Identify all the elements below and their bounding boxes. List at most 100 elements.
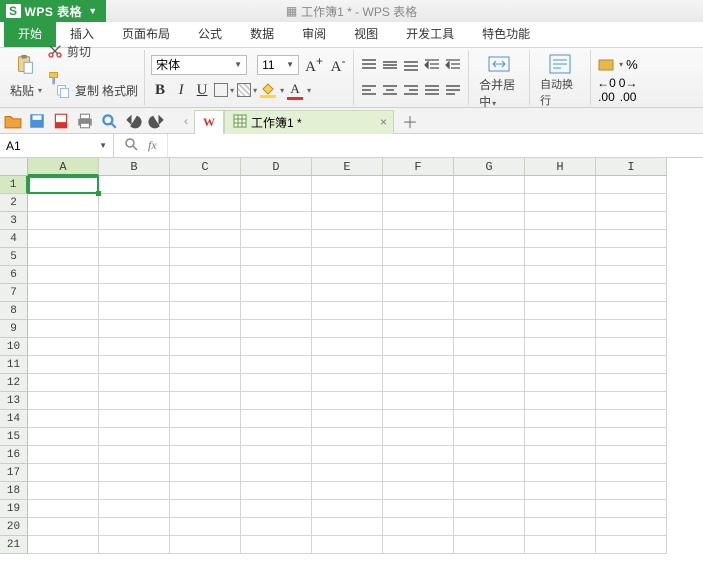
- cell-F8[interactable]: [383, 302, 454, 320]
- cell-E20[interactable]: [312, 518, 383, 536]
- open-button[interactable]: [4, 112, 22, 130]
- cell-F20[interactable]: [383, 518, 454, 536]
- cell-H19[interactable]: [525, 500, 596, 518]
- wrap-text-button[interactable]: 自动换行: [536, 52, 584, 110]
- cell-I19[interactable]: [596, 500, 667, 518]
- decrease-font-button[interactable]: A-: [329, 54, 347, 76]
- cell-E8[interactable]: [312, 302, 383, 320]
- row-header-11[interactable]: 11: [0, 356, 28, 374]
- cell-A1[interactable]: [28, 176, 99, 194]
- row-header-8[interactable]: 8: [0, 302, 28, 320]
- cell-I17[interactable]: [596, 464, 667, 482]
- cell-B19[interactable]: [99, 500, 170, 518]
- align-left-button[interactable]: [360, 81, 378, 99]
- export-pdf-button[interactable]: [52, 112, 70, 130]
- cell-C20[interactable]: [170, 518, 241, 536]
- save-button[interactable]: [28, 112, 46, 130]
- cell-B2[interactable]: [99, 194, 170, 212]
- column-header-I[interactable]: I: [596, 158, 667, 176]
- cell-E14[interactable]: [312, 410, 383, 428]
- cell-G7[interactable]: [454, 284, 525, 302]
- tab-nav-left[interactable]: ‹: [184, 114, 188, 128]
- cell-E21[interactable]: [312, 536, 383, 554]
- font-size-select[interactable]: 11▼: [257, 55, 299, 75]
- column-header-G[interactable]: G: [454, 158, 525, 176]
- cell-H8[interactable]: [525, 302, 596, 320]
- cell-I3[interactable]: [596, 212, 667, 230]
- cell-C5[interactable]: [170, 248, 241, 266]
- cell-A19[interactable]: [28, 500, 99, 518]
- row-header-20[interactable]: 20: [0, 518, 28, 536]
- cell-F4[interactable]: [383, 230, 454, 248]
- cell-style-button[interactable]: ▾: [237, 83, 257, 97]
- cell-B15[interactable]: [99, 428, 170, 446]
- row-header-3[interactable]: 3: [0, 212, 28, 230]
- cell-B18[interactable]: [99, 482, 170, 500]
- cell-G3[interactable]: [454, 212, 525, 230]
- cell-H14[interactable]: [525, 410, 596, 428]
- decrease-decimal-button[interactable]: 0→.00: [619, 76, 638, 104]
- fx-search-icon[interactable]: [124, 137, 138, 154]
- cell-C4[interactable]: [170, 230, 241, 248]
- cell-E5[interactable]: [312, 248, 383, 266]
- cell-C14[interactable]: [170, 410, 241, 428]
- currency-dropdown[interactable]: ▾: [619, 60, 623, 69]
- cell-I13[interactable]: [596, 392, 667, 410]
- chevron-down-icon[interactable]: ▾: [38, 86, 42, 95]
- row-header-6[interactable]: 6: [0, 266, 28, 284]
- cell-B20[interactable]: [99, 518, 170, 536]
- cell-C1[interactable]: [170, 176, 241, 194]
- print-preview-button[interactable]: [100, 112, 118, 130]
- cell-G2[interactable]: [454, 194, 525, 212]
- tab-developer[interactable]: 开发工具: [392, 20, 468, 47]
- cell-B14[interactable]: [99, 410, 170, 428]
- tab-special[interactable]: 特色功能: [468, 20, 544, 47]
- cell-A17[interactable]: [28, 464, 99, 482]
- doc-tab-workbook1[interactable]: 工作簿1 * ×: [224, 110, 394, 134]
- cell-G12[interactable]: [454, 374, 525, 392]
- fill-handle[interactable]: [96, 191, 101, 196]
- cell-H20[interactable]: [525, 518, 596, 536]
- cell-A16[interactable]: [28, 446, 99, 464]
- cell-D18[interactable]: [241, 482, 312, 500]
- cell-C11[interactable]: [170, 356, 241, 374]
- cell-I1[interactable]: [596, 176, 667, 194]
- cell-G6[interactable]: [454, 266, 525, 284]
- cell-H2[interactable]: [525, 194, 596, 212]
- cell-A8[interactable]: [28, 302, 99, 320]
- indent-increase-button[interactable]: [444, 56, 462, 74]
- justify-button[interactable]: [423, 81, 441, 99]
- cell-D12[interactable]: [241, 374, 312, 392]
- indent-decrease-button[interactable]: [423, 56, 441, 74]
- cell-C16[interactable]: [170, 446, 241, 464]
- redo-button[interactable]: [148, 112, 166, 130]
- row-header-15[interactable]: 15: [0, 428, 28, 446]
- cell-H6[interactable]: [525, 266, 596, 284]
- tab-data[interactable]: 数据: [236, 20, 288, 47]
- cells-area[interactable]: [28, 176, 667, 554]
- cell-F1[interactable]: [383, 176, 454, 194]
- column-header-H[interactable]: H: [525, 158, 596, 176]
- name-box[interactable]: A1 ▼: [0, 134, 114, 157]
- row-header-4[interactable]: 4: [0, 230, 28, 248]
- row-header-16[interactable]: 16: [0, 446, 28, 464]
- increase-decimal-button[interactable]: ←0.00: [597, 76, 616, 104]
- cell-I7[interactable]: [596, 284, 667, 302]
- row-header-17[interactable]: 17: [0, 464, 28, 482]
- formula-input[interactable]: [167, 134, 703, 157]
- cell-A20[interactable]: [28, 518, 99, 536]
- cell-B1[interactable]: [99, 176, 170, 194]
- orientation-button[interactable]: [444, 81, 462, 99]
- cell-C3[interactable]: [170, 212, 241, 230]
- cell-F6[interactable]: [383, 266, 454, 284]
- cell-F19[interactable]: [383, 500, 454, 518]
- increase-font-button[interactable]: A+: [305, 54, 323, 76]
- cell-F21[interactable]: [383, 536, 454, 554]
- cell-G11[interactable]: [454, 356, 525, 374]
- cell-E19[interactable]: [312, 500, 383, 518]
- cell-G10[interactable]: [454, 338, 525, 356]
- italic-button[interactable]: I: [172, 82, 190, 99]
- cell-H3[interactable]: [525, 212, 596, 230]
- cell-C17[interactable]: [170, 464, 241, 482]
- cell-B11[interactable]: [99, 356, 170, 374]
